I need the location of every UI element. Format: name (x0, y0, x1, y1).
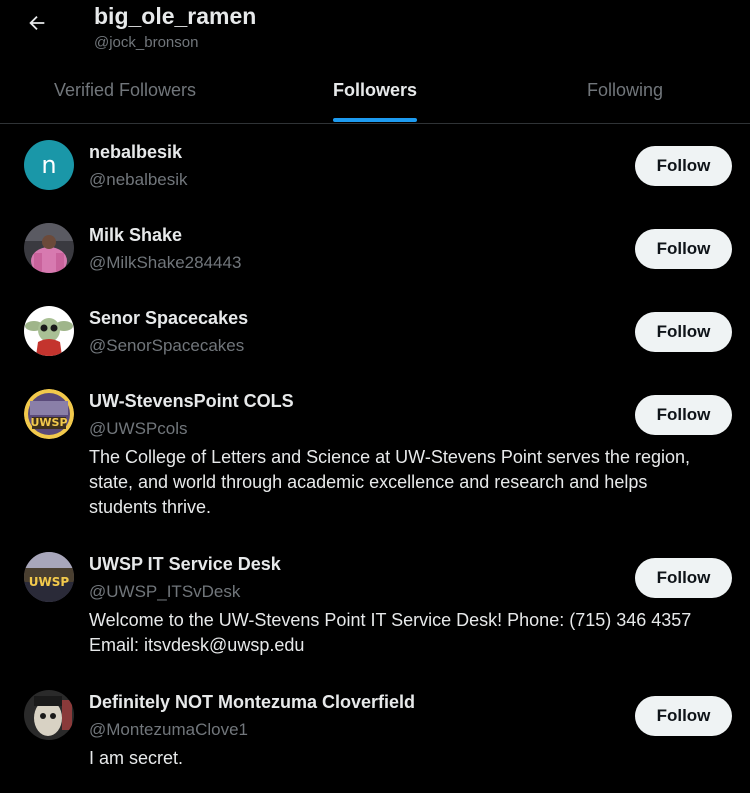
bio-line: The College of Letters and Science at UW… (89, 447, 690, 467)
avatar[interactable]: UWSP (24, 552, 74, 602)
avatar[interactable]: n (24, 140, 74, 190)
follower-bio: Welcome to the UW-Stevens Point IT Servi… (89, 608, 714, 658)
active-tab-indicator (333, 118, 417, 122)
bio-line: students thrive. (89, 497, 212, 517)
tab-label: Followers (332, 80, 417, 100)
avatar[interactable] (24, 690, 74, 740)
follower-name[interactable]: nebalbesik (89, 142, 182, 163)
avatar-logo-text: UWSP (30, 416, 68, 429)
title-block: big_ole_ramen @jock_bronson (94, 2, 256, 51)
follower-bio: I am secret. (89, 746, 714, 771)
avatar-letter: n (41, 151, 57, 179)
follow-button[interactable]: Follow (635, 558, 732, 598)
bio-line: I am secret. (89, 748, 184, 768)
follow-button[interactable]: Follow (635, 312, 732, 352)
list-item[interactable]: Definitely NOT Montezuma Cloverfield @Mo… (0, 674, 750, 792)
tab-bar: Verified Followers Followers Following (0, 62, 750, 123)
profile-name: big_ole_ramen (94, 3, 257, 29)
follow-button[interactable]: Follow (635, 696, 732, 736)
bio-line: Email: itsvdesk@uwsp.edu (89, 635, 305, 655)
follower-handle: @SenorSpacecakes (89, 336, 245, 355)
follow-button[interactable]: Follow (635, 146, 732, 186)
bio-line: Welcome to the UW-Stevens Point IT Servi… (89, 610, 692, 630)
bio-line: state, and world through academic excell… (89, 472, 648, 492)
tab-verified-followers[interactable]: Verified Followers (0, 62, 250, 123)
follower-name[interactable]: UWSP IT Service Desk (89, 554, 281, 575)
tab-label: Verified Followers (53, 80, 197, 100)
list-item[interactable]: UWSP UW-StevensPoint COLS @UWSPcols The … (0, 373, 750, 534)
follow-button[interactable]: Follow (635, 229, 732, 269)
list-item[interactable]: Senor Spacecakes @SenorSpacecakes Follow (0, 290, 750, 373)
follower-name[interactable]: Milk Shake (89, 225, 182, 246)
follower-handle: @MontezumaClove1 (89, 720, 248, 739)
back-arrow-icon[interactable] (24, 10, 50, 36)
list-item[interactable]: UWSP UWSP IT Service Desk @UWSP_ITSvDesk… (0, 536, 750, 674)
follower-handle: @UWSPcols (89, 419, 188, 438)
avatar[interactable]: UWSP (24, 389, 74, 439)
follower-bio: The College of Letters and Science at UW… (89, 445, 714, 520)
tab-followers[interactable]: Followers (250, 62, 500, 123)
follower-name[interactable]: Definitely NOT Montezuma Cloverfield (89, 692, 415, 713)
follower-handle: @nebalbesik (89, 170, 188, 189)
avatar[interactable] (24, 223, 74, 273)
follower-handle: @UWSP_ITSvDesk (89, 582, 241, 601)
tab-following[interactable]: Following (500, 62, 750, 123)
follow-button[interactable]: Follow (635, 395, 732, 435)
avatar-logo-text: UWSP (28, 575, 70, 589)
tab-label: Following (586, 80, 664, 100)
list-item[interactable]: n nebalbesik @nebalbesik Follow (0, 124, 750, 207)
profile-handle: @jock_bronson (94, 34, 199, 51)
follower-name[interactable]: Senor Spacecakes (89, 308, 248, 329)
avatar[interactable] (24, 306, 74, 356)
follower-name[interactable]: UW-StevensPoint COLS (89, 391, 294, 412)
profile-header: big_ole_ramen @jock_bronson Verified Fol… (0, 0, 750, 124)
list-item[interactable]: Milk Shake @MilkShake284443 Follow (0, 207, 750, 290)
follower-handle: @MilkShake284443 (89, 253, 242, 272)
